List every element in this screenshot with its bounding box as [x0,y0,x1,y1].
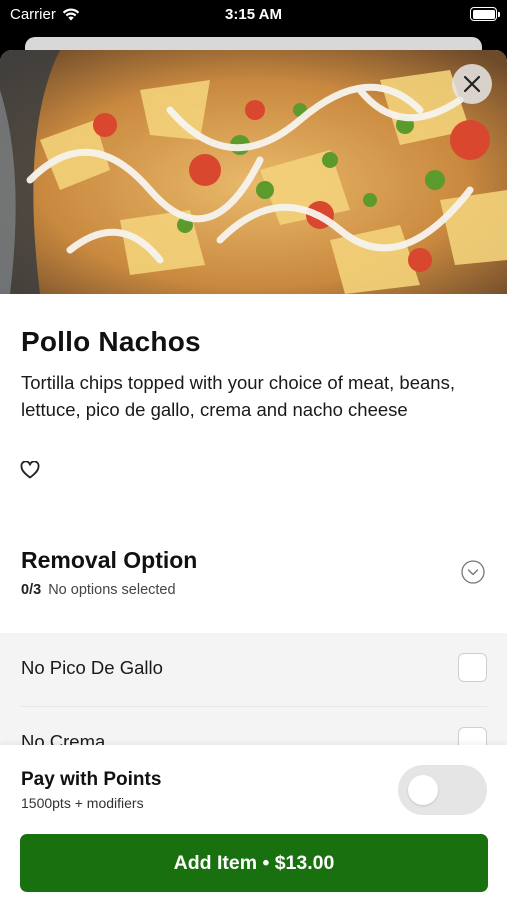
option-checkbox[interactable] [458,653,487,682]
heart-outline-icon[interactable] [20,461,40,479]
option-label: No Pico De Gallo [21,657,163,678]
pay-with-points-label: Pay with Points [21,769,162,790]
selection-status: No options selected [48,582,176,598]
close-icon [463,75,481,93]
option-row-no-pico[interactable]: No Pico De Gallo [0,633,507,705]
battery-icon [470,7,500,21]
item-description: Tortilla chips topped with your choice o… [21,372,455,420]
chevron-down-circle-icon[interactable] [461,560,485,584]
close-button[interactable] [452,64,492,104]
removal-section-title: Removal Option [21,547,198,573]
selection-count: 0/3 [21,582,42,598]
status-bar: Carrier 3:15 AM [0,0,507,30]
footer-panel: Pay with Points 1500pts + modifiers Add … [0,745,507,900]
status-time: 3:15 AM [225,6,282,23]
item-title: Pollo Nachos [21,326,201,357]
points-cost: 1500pts + modifiers [21,795,144,811]
add-item-button[interactable]: Add Item • $13.00 [20,834,488,892]
pay-with-points-toggle[interactable] [398,765,487,815]
item-detail-sheet: Pollo Nachos Tortilla chips topped with … [0,50,507,900]
item-photo [0,50,507,294]
removal-section-status: 0/3 No options selected [21,582,176,598]
toggle-knob [408,775,438,805]
